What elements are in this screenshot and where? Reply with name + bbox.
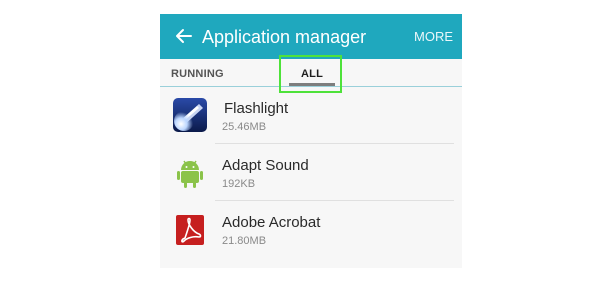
app-name: Flashlight: [224, 100, 289, 117]
more-button[interactable]: MORE: [414, 29, 453, 45]
app-list: Flashlight 25.46MB Adapt Sound 192KB Ado…: [160, 87, 462, 258]
list-item[interactable]: Adapt Sound 192KB: [160, 144, 462, 201]
phone-screen: Application manager MORE RUNNING ALL Fla…: [160, 14, 462, 268]
app-size: 21.80MB: [222, 235, 267, 247]
android-icon: [173, 155, 207, 189]
app-bar: Application manager MORE: [160, 14, 462, 59]
list-item[interactable]: Flashlight 25.46MB: [160, 87, 462, 144]
app-size: 192KB: [222, 178, 256, 190]
flashlight-icon: [173, 98, 207, 132]
app-size: 25.46MB: [222, 121, 267, 133]
app-name: Adobe Acrobat: [222, 214, 321, 231]
app-name: Adapt Sound: [222, 157, 309, 174]
page-title: Application manager: [202, 27, 367, 47]
arrow-left-icon[interactable]: [172, 24, 196, 48]
tab-running[interactable]: RUNNING: [171, 68, 224, 81]
adobe-acrobat-icon: [173, 212, 207, 246]
list-item[interactable]: Adobe Acrobat 21.80MB: [160, 201, 462, 258]
